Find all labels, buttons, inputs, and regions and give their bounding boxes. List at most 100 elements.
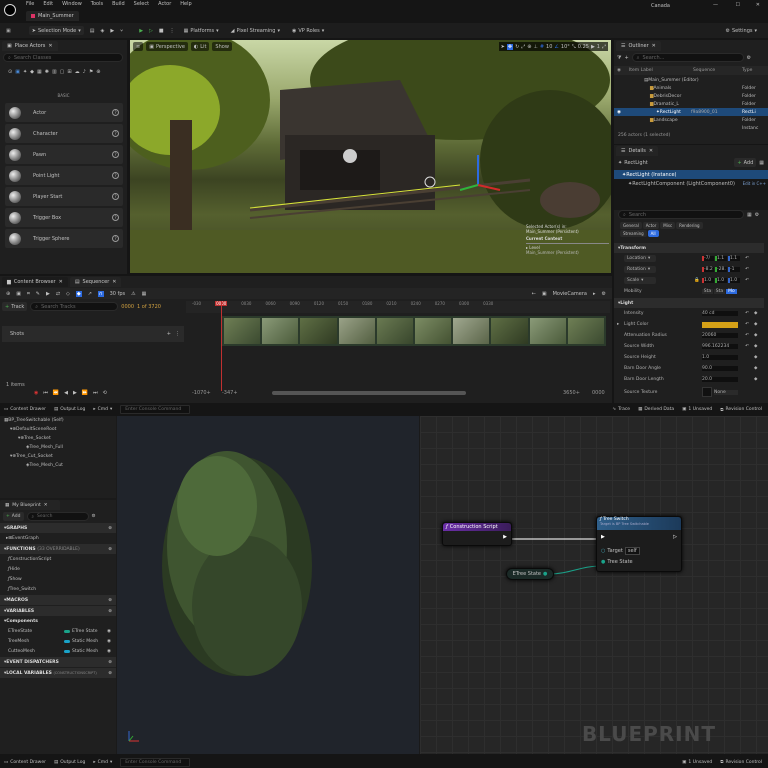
reverse-icon[interactable]: ◀ xyxy=(64,390,68,396)
local-variables-section[interactable]: ▾ LOCAL VARIABLES (CONSTRUCTIONSCRIPT) ⊕ xyxy=(0,668,116,678)
pin-icon[interactable]: ● xyxy=(543,571,547,577)
help-icon[interactable]: ? xyxy=(112,235,119,242)
show-button[interactable]: Show xyxy=(212,42,232,51)
unsaved-button[interactable]: ▣ 1 Unsaved xyxy=(682,760,712,765)
menu-select[interactable]: Select xyxy=(134,1,149,7)
help-icon[interactable]: ? xyxy=(112,172,119,179)
reset-icon[interactable]: ↶ xyxy=(745,333,749,338)
content-browser-tab[interactable]: ▆ Content Browser ✕ xyxy=(2,277,68,287)
filter-general[interactable]: General xyxy=(620,222,642,229)
tools-icon[interactable]: ✎ xyxy=(36,291,40,297)
component-item[interactable]: ▾⊕ Tree_Socket xyxy=(0,434,116,443)
content-icon[interactable]: ▤ xyxy=(90,28,95,34)
stop-icon[interactable]: ■ xyxy=(159,28,164,34)
vp-roles-button[interactable]: ◉ VP Roles ▾ xyxy=(289,26,327,35)
add-variable-icon[interactable]: ⊕ xyxy=(108,609,112,614)
menu-file[interactable]: File xyxy=(26,1,34,7)
play-icon[interactable]: ▶ xyxy=(73,390,77,396)
blueprint-icon[interactable]: ▦ xyxy=(759,160,764,166)
output-log-button[interactable]: ▤ Output Log xyxy=(54,760,85,765)
eye-icon[interactable]: ◉ xyxy=(617,110,621,115)
gear-icon[interactable]: ⚙ xyxy=(602,291,606,297)
sequencer-tab[interactable]: ▤ Sequencer ✕ xyxy=(69,277,122,287)
menu-help[interactable]: Help xyxy=(180,1,191,7)
gameplay-icon[interactable]: ⚑ xyxy=(89,69,93,75)
rotation-dropdown[interactable]: Rotation ▾ xyxy=(624,266,656,273)
details-tab[interactable]: ☰ Details ✕ xyxy=(616,146,659,156)
components-category[interactable]: ▾ Components xyxy=(0,616,116,626)
scale-x[interactable]: 1.0 xyxy=(702,278,714,283)
visibility-column-icon[interactable]: ◉ xyxy=(617,68,621,73)
recent-icon[interactable]: ⊙ xyxy=(8,69,12,75)
rotation-x[interactable]: -8.2 xyxy=(702,267,714,272)
add-local-variable-icon[interactable]: ⊕ xyxy=(108,671,112,676)
auto-key-icon[interactable]: ◆ xyxy=(75,290,82,297)
timeline-scrollbar[interactable] xyxy=(272,391,466,395)
tree-switch-node[interactable]: ƒ Tree Switch Target is BP Tree Switchab… xyxy=(596,516,682,572)
volumes-icon[interactable]: ▢ xyxy=(60,69,65,75)
geometry-icon[interactable]: ▥ xyxy=(52,69,57,75)
place-actor-item[interactable]: Actor? xyxy=(5,103,123,122)
basic-icon[interactable]: ▣ xyxy=(15,69,20,75)
rotation-z[interactable]: -1 xyxy=(728,267,740,272)
outliner-tab[interactable]: ☰ Outliner ✕ xyxy=(616,41,661,51)
variable-item[interactable]: ETreeState ETree State ◉ xyxy=(0,626,116,636)
texture-thumbnail[interactable] xyxy=(702,387,712,397)
grid-icon[interactable]: ▦ xyxy=(142,291,147,297)
filter-streaming[interactable]: Streaming xyxy=(620,230,647,237)
help-icon[interactable]: ? xyxy=(112,109,119,116)
location-y[interactable]: 1.1 xyxy=(715,256,727,261)
pixel-streaming-button[interactable]: ◢ Pixel Streaming ▾ xyxy=(228,26,283,35)
outliner-row[interactable]: ▆ Dramatic_L Folder xyxy=(614,100,768,108)
unreal-logo-icon[interactable] xyxy=(4,4,16,16)
reset-icon[interactable]: ↶ xyxy=(745,344,749,349)
warning-icon[interactable]: ⚠ xyxy=(131,291,135,297)
unsaved-button[interactable]: ▣ 1 Unsaved xyxy=(682,407,712,412)
key-icon[interactable]: ◇ xyxy=(66,291,70,297)
audio-icon[interactable]: ♪ xyxy=(83,69,86,75)
jump-end-icon[interactable]: ⏭ xyxy=(93,390,98,396)
mobility-movable[interactable]: Mo xyxy=(726,289,737,294)
component-row[interactable]: ✦ RectLightComponent (LightComponent0) Ed… xyxy=(614,179,768,188)
maximize-icon[interactable]: ☐ xyxy=(736,2,740,8)
revision-control-button[interactable]: ⧉ Revision Control xyxy=(720,407,762,413)
timeline-ruler[interactable]: -030000000300060009001200150018002100240… xyxy=(186,301,610,313)
maximize-viewport-icon[interactable]: ⤢ xyxy=(602,44,606,50)
details-search[interactable]: ⌕ Search xyxy=(618,210,744,219)
graphs-section[interactable]: ▾ GRAPHS ⊕ xyxy=(0,523,116,533)
blueprint-icon[interactable]: ◈ xyxy=(100,28,104,34)
function-item[interactable]: ƒ Show xyxy=(0,574,116,584)
exec-out-pin[interactable]: ▶ xyxy=(503,534,507,540)
help-icon[interactable]: ? xyxy=(112,130,119,137)
visual-fx-icon[interactable]: ✺ xyxy=(45,69,49,75)
shots-track[interactable]: Shots + ⋮ xyxy=(2,326,184,342)
instance-row[interactable]: ✦ RectLight (Instance) xyxy=(614,170,768,179)
tab-close-icon[interactable]: ✕ xyxy=(652,43,656,49)
menu-actor[interactable]: Actor xyxy=(158,1,171,7)
keyframe-icon[interactable]: ◆ xyxy=(754,344,757,349)
scale-y[interactable]: 1.0 xyxy=(715,278,727,283)
camera-lock-icon[interactable]: ▣ xyxy=(542,291,547,297)
cinematics-icon[interactable]: ▶ xyxy=(110,28,114,34)
viewport-menu-button[interactable]: ≡ xyxy=(133,42,144,51)
rotation-y[interactable]: -28. xyxy=(715,267,727,272)
tab-close-icon[interactable]: ✕ xyxy=(649,148,653,154)
keyframe-icon[interactable]: ◆ xyxy=(754,377,757,382)
grid-snap-icon[interactable]: # xyxy=(540,44,544,50)
cinematic-icon[interactable]: ▦ xyxy=(37,69,42,75)
menu-tools[interactable]: Tools xyxy=(91,1,103,7)
keyframe-icon[interactable]: ◆ xyxy=(754,366,757,371)
outliner-row[interactable]: Instanc xyxy=(614,124,768,132)
place-actors-tab[interactable]: ▣ Place Actors ✕ xyxy=(2,41,58,51)
play-icon[interactable]: ▶ xyxy=(139,28,143,34)
derived-data-button[interactable]: ▦ Derived Data xyxy=(638,407,674,412)
loop-icon[interactable]: ⟲ xyxy=(103,390,107,396)
shapes-icon[interactable]: ◆ xyxy=(30,69,34,75)
outliner-row[interactable]: ▆ Landscape Folder xyxy=(614,116,768,124)
location-z[interactable]: 1.1 xyxy=(728,256,740,261)
record-icon[interactable]: ◉ xyxy=(34,390,38,396)
trace-button[interactable]: ∿ Trace xyxy=(612,407,630,412)
filter-actor[interactable]: Actor xyxy=(642,222,660,229)
function-item[interactable]: ƒ ConstructionScript xyxy=(0,554,116,564)
jump-start-icon[interactable]: ⏮ xyxy=(43,390,48,396)
